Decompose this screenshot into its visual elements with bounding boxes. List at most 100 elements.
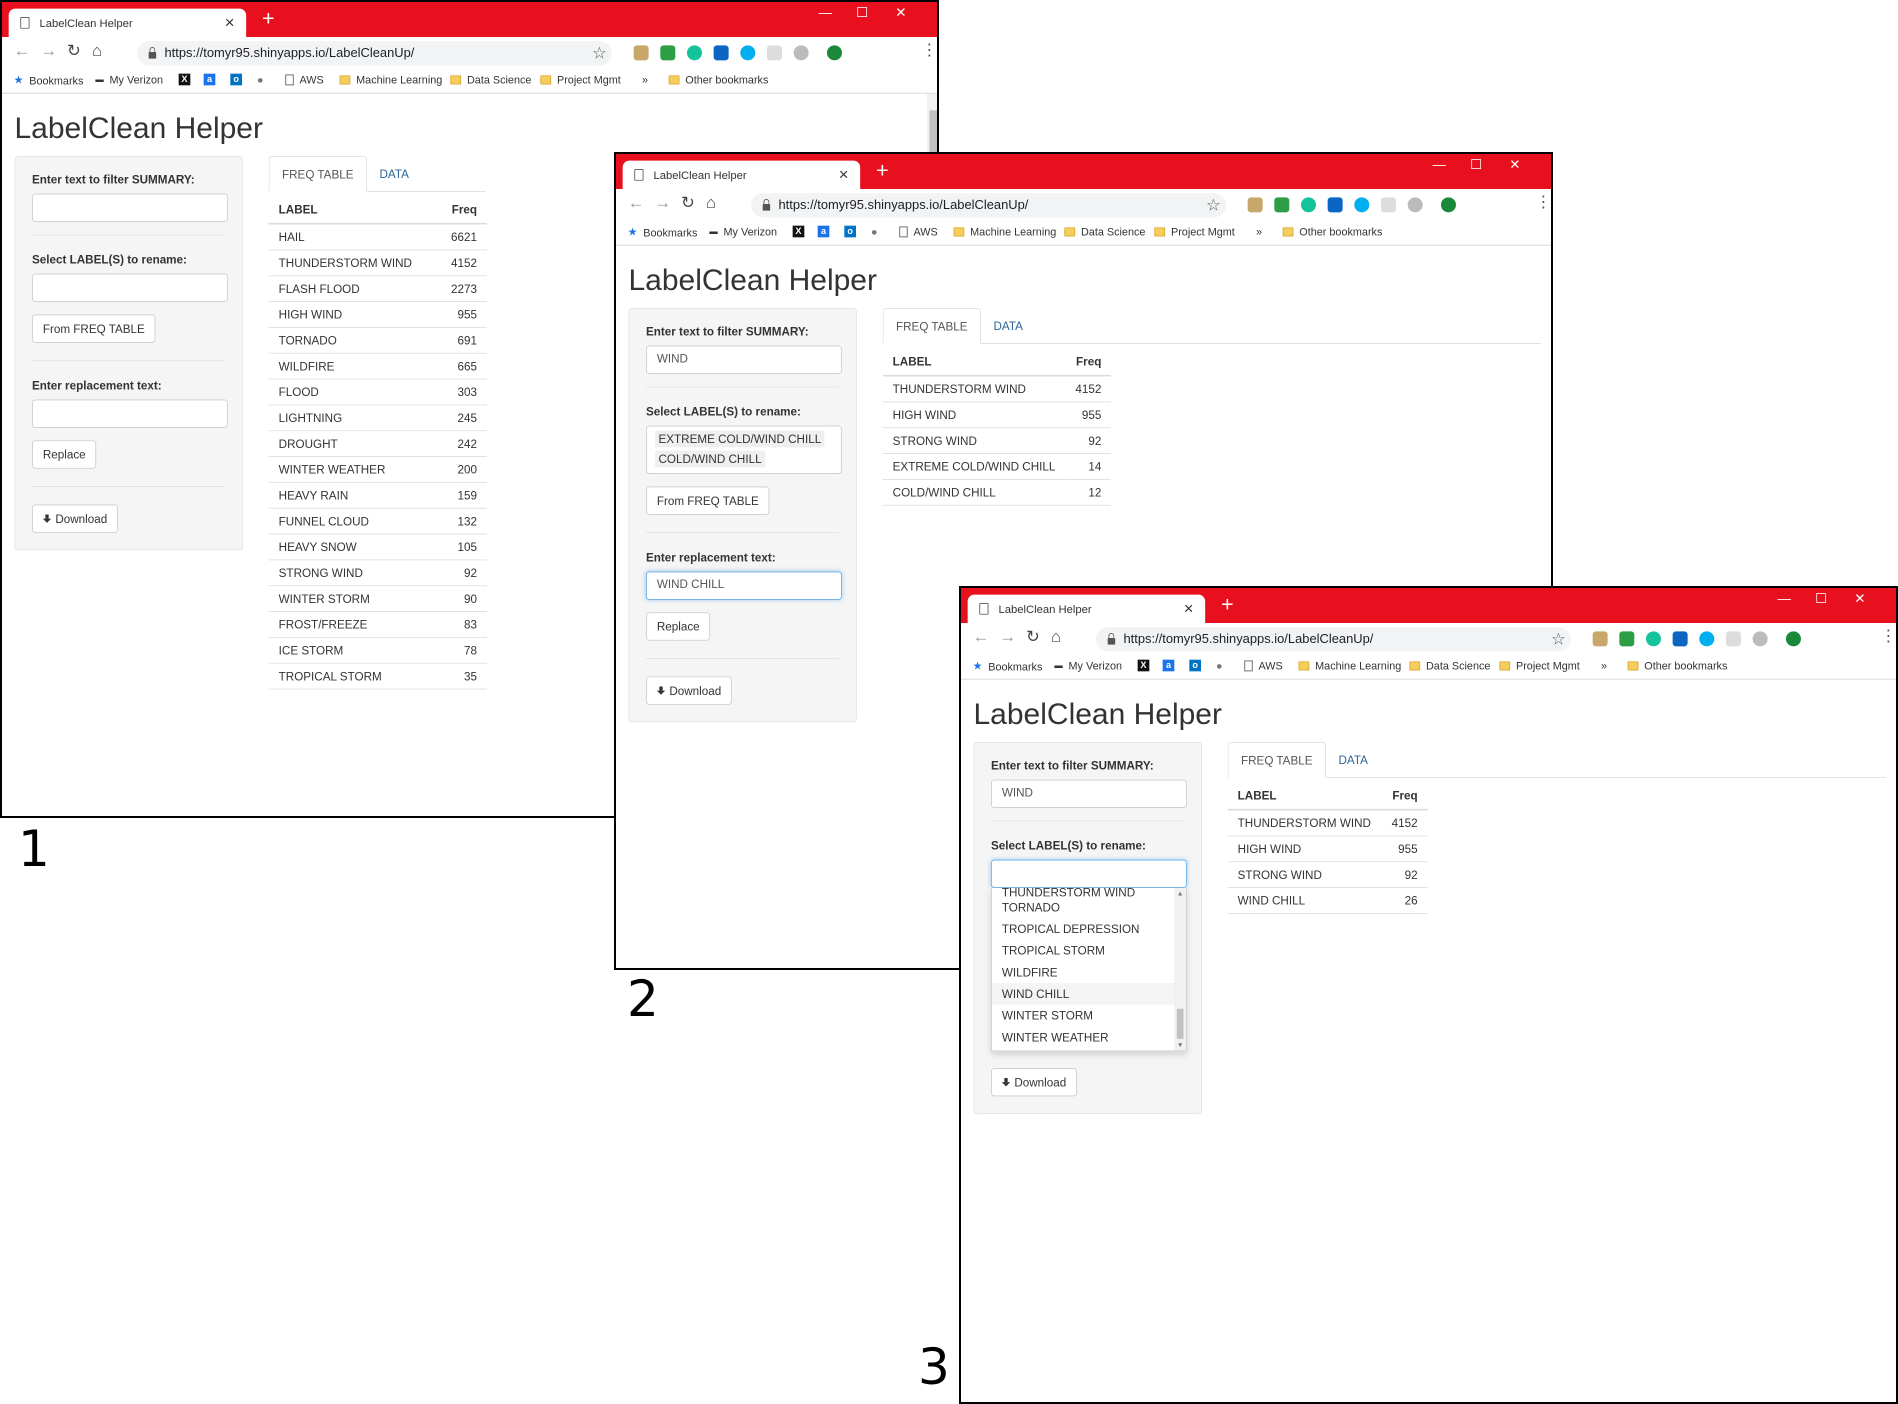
other-bookmarks[interactable]: Other bookmarks <box>1627 660 1727 672</box>
extension-icon[interactable] <box>1274 197 1290 213</box>
replace-button[interactable]: Replace <box>31 440 97 469</box>
selected-label-chip[interactable]: COLD/WIND CHILL <box>655 450 765 468</box>
extension-icon[interactable] <box>633 45 649 61</box>
linkedin-icon[interactable] <box>1327 197 1343 213</box>
browser-tab[interactable]: LabelClean Helper × <box>8 8 247 37</box>
bookmark-star-icon[interactable]: ☆ <box>592 43 607 64</box>
skype-icon[interactable] <box>1699 631 1715 647</box>
back-icon[interactable]: ← <box>973 629 990 646</box>
bookmark-item[interactable]: ● <box>257 74 264 86</box>
address-bar[interactable]: https://tomyr95.shinyapps.io/LabelCleanU… <box>750 193 1226 218</box>
menu-icon[interactable]: ⋮ <box>1880 628 1896 645</box>
menu-icon[interactable]: ⋮ <box>1535 194 1551 211</box>
extension-icon[interactable] <box>1725 631 1741 647</box>
bookmarks-overflow[interactable]: » <box>642 74 648 86</box>
filter-input[interactable]: WIND <box>645 345 842 374</box>
close-tab-icon[interactable]: × <box>225 14 235 31</box>
address-bar[interactable]: https://tomyr95.shinyapps.io/LabelCleanU… <box>136 41 612 66</box>
cloud-icon[interactable] <box>793 45 809 61</box>
bookmark-item[interactable]: ● <box>871 226 878 238</box>
download-button[interactable]: Download <box>990 1067 1078 1097</box>
grammarly-icon[interactable] <box>1645 631 1661 647</box>
address-bar[interactable]: https://tomyr95.shinyapps.io/LabelCleanU… <box>1095 627 1571 652</box>
scrollbar-thumb[interactable] <box>1176 1008 1184 1039</box>
bookmark-folder[interactable]: Data Science <box>1409 660 1490 672</box>
label-select[interactable] <box>31 273 228 302</box>
tab-freq-table[interactable]: FREQ TABLE <box>268 156 367 192</box>
maximize-icon[interactable]: ☐ <box>856 5 868 22</box>
tab-freq-table[interactable]: FREQ TABLE <box>1227 742 1326 778</box>
replacement-input[interactable] <box>31 399 228 428</box>
new-tab-button[interactable]: + <box>1221 593 1234 615</box>
tab-data[interactable]: DATA <box>981 308 1035 343</box>
close-window-icon[interactable]: ✕ <box>1509 157 1520 174</box>
selected-label-chip[interactable]: EXTREME COLD/WIND CHILL <box>655 430 825 448</box>
new-tab-button[interactable]: + <box>876 159 889 181</box>
bookmark-star-icon[interactable]: ☆ <box>1551 629 1566 650</box>
bookmark-item[interactable]: o <box>844 225 856 238</box>
close-tab-icon[interactable]: × <box>839 166 849 183</box>
close-window-icon[interactable]: ✕ <box>1854 591 1865 608</box>
label-dropdown[interactable]: THUNDERSTORM WIND TORNADO TROPICAL DEPRE… <box>990 887 1187 1052</box>
bookmark-item[interactable]: o <box>1189 659 1201 672</box>
linkedin-icon[interactable] <box>713 45 729 61</box>
dropdown-option[interactable]: TORNADO <box>992 896 1186 918</box>
bookmark-item[interactable]: AWS <box>285 74 324 86</box>
extension-icon[interactable] <box>1592 631 1608 647</box>
filter-input[interactable]: WIND <box>990 779 1187 808</box>
bookmark-star-icon[interactable]: ☆ <box>1206 195 1221 216</box>
bookmark-item[interactable]: X <box>178 73 191 86</box>
reload-icon[interactable]: ↻ <box>67 43 81 60</box>
bookmark-folder[interactable]: Data Science <box>450 74 531 86</box>
new-tab-button[interactable]: + <box>262 7 275 29</box>
tab-data[interactable]: DATA <box>367 156 421 191</box>
bookmark-item[interactable]: a <box>817 225 830 238</box>
profile-avatar[interactable] <box>826 45 842 61</box>
minimize-icon[interactable]: — <box>1433 157 1446 174</box>
skype-icon[interactable] <box>740 45 756 61</box>
bookmarks-overflow[interactable]: » <box>1601 660 1607 672</box>
label-select[interactable]: EXTREME COLD/WIND CHILL COLD/WIND CHILL <box>645 425 842 474</box>
bookmark-item[interactable]: ▬ My Verizon <box>1054 660 1122 672</box>
dropdown-option[interactable]: WINTER WEATHER <box>992 1026 1186 1048</box>
bookmark-item[interactable]: ▬ My Verizon <box>709 226 777 238</box>
maximize-icon[interactable]: ☐ <box>1815 591 1827 608</box>
bookmark-folder[interactable]: Data Science <box>1064 226 1145 238</box>
other-bookmarks[interactable]: Other bookmarks <box>1282 226 1382 238</box>
back-icon[interactable]: ← <box>14 43 31 60</box>
download-button[interactable]: Download <box>31 504 119 533</box>
from-freq-table-button[interactable]: From FREQ TABLE <box>31 314 156 343</box>
dropdown-option[interactable]: TROPICAL DEPRESSION <box>992 918 1186 940</box>
dropdown-option-highlighted[interactable]: WIND CHILL <box>991 982 1186 1005</box>
home-icon[interactable]: ⌂ <box>92 43 102 60</box>
tab-data[interactable]: DATA <box>1326 742 1380 777</box>
profile-avatar[interactable] <box>1785 631 1801 647</box>
other-bookmarks[interactable]: Other bookmarks <box>668 74 768 86</box>
dropdown-option[interactable]: TROPICAL STORM <box>992 940 1186 962</box>
dropdown-option[interactable]: WINTER STORM <box>992 1005 1186 1027</box>
home-icon[interactable]: ⌂ <box>706 195 716 212</box>
close-tab-icon[interactable]: × <box>1184 600 1194 617</box>
browser-tab[interactable]: LabelClean Helper × <box>967 594 1206 623</box>
reload-icon[interactable]: ↻ <box>1026 629 1040 646</box>
download-button[interactable]: Download <box>645 676 733 705</box>
home-icon[interactable]: ⌂ <box>1051 629 1061 646</box>
bookmarks-overflow[interactable]: » <box>1256 226 1262 238</box>
bookmark-item[interactable]: ★ Bookmarks <box>973 660 1043 673</box>
bookmark-item[interactable]: X <box>1137 659 1150 672</box>
bookmark-item[interactable]: AWS <box>1244 660 1283 672</box>
bookmark-folder[interactable]: Machine Learning <box>953 226 1056 238</box>
extension-icon[interactable] <box>660 45 676 61</box>
forward-icon[interactable]: → <box>654 195 671 212</box>
cloud-icon[interactable] <box>1752 631 1768 647</box>
bookmark-item[interactable]: o <box>230 73 242 86</box>
dropdown-option[interactable]: WILDFIRE <box>992 961 1186 983</box>
bookmark-item[interactable]: ★ Bookmarks <box>14 74 84 87</box>
bookmark-folder[interactable]: Project Mgmt <box>540 74 621 86</box>
bookmark-item[interactable]: AWS <box>899 226 938 238</box>
extension-icon[interactable] <box>1380 197 1396 213</box>
maximize-icon[interactable]: ☐ <box>1470 157 1482 174</box>
cloud-icon[interactable] <box>1407 197 1423 213</box>
skype-icon[interactable] <box>1354 197 1370 213</box>
bookmark-item[interactable]: X <box>792 225 805 238</box>
